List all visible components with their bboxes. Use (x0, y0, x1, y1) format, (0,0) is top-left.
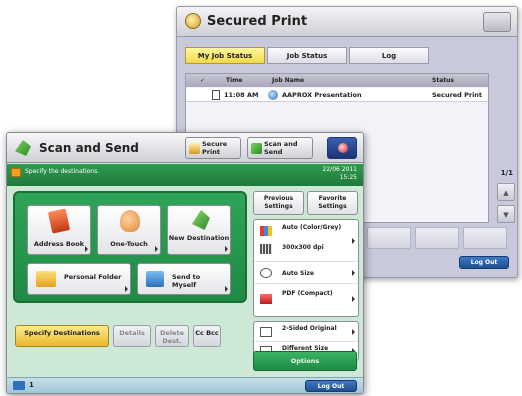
scan-settings-list: Auto (Color/Grey) 300x300 dpi Auto Size … (253, 219, 359, 317)
tab-my-job-status[interactable]: My Job Status (185, 47, 265, 64)
tab-cc-bcc[interactable]: Cc Bcc (193, 325, 221, 347)
menu-button[interactable] (483, 12, 511, 32)
two-sided-setting[interactable]: 2-Sided Original (254, 322, 358, 342)
scan-send-title: Scan and Send (39, 141, 139, 155)
chevron-right-icon (225, 246, 228, 252)
secured-print-tabs: My Job Status Job Status Log (185, 47, 431, 64)
chevron-right-icon (155, 246, 158, 252)
document-icon (212, 90, 220, 100)
color-mode-value: Auto (Color/Grey) (282, 224, 342, 231)
globe-icon (268, 90, 278, 100)
resolution-icon (260, 244, 272, 254)
row-time: 11:08 AM (224, 91, 259, 99)
main-menu-icon (338, 143, 348, 153)
scan-and-send-window: Scan and Send Secure Print Scan and Send… (6, 132, 364, 394)
status-bar: Specify the destinations. 22/06 2011 15:… (7, 164, 363, 186)
new-destination-button[interactable]: New Destination (167, 205, 231, 255)
job-action-button[interactable] (415, 227, 459, 249)
scroll-up-button[interactable]: ▲ (497, 183, 515, 201)
job-counter-icon (13, 381, 25, 390)
page-indicator: 1/1 (500, 169, 513, 177)
chevron-right-icon (352, 329, 355, 335)
job-action-button[interactable] (367, 227, 411, 249)
send-myself-icon (146, 271, 164, 287)
job-action-button[interactable] (463, 227, 507, 249)
secure-print-label: Secure Print (202, 140, 228, 156)
table-row[interactable]: 11:08 AM AAPROX Presentation Secured Pri… (186, 88, 488, 102)
pdf-icon (260, 294, 272, 304)
tab-delete-dest[interactable]: Delete Dest. (155, 325, 189, 347)
chevron-right-icon (85, 246, 88, 252)
address-book-icon (47, 208, 71, 234)
secured-print-title: Secured Print (207, 14, 308, 29)
new-destination-icon (192, 210, 210, 230)
secure-print-icon (189, 143, 200, 154)
bottom-status-bar: 1 Log Out (7, 377, 363, 393)
destination-tab-row: Specify Destinations Details Delete Dest… (15, 325, 225, 347)
logout-button[interactable]: Log Out (305, 380, 357, 392)
column-time: Time (226, 77, 243, 84)
size-setting[interactable]: Auto Size (254, 262, 358, 284)
time: 15:25 (339, 174, 357, 181)
hand-icon (120, 210, 140, 232)
chevron-right-icon (125, 286, 128, 292)
secured-print-icon (185, 13, 201, 29)
row-status: Secured Print (432, 91, 483, 99)
size-icon (260, 268, 272, 278)
scan-send-titlebar: Scan and Send Secure Print Scan and Send (7, 133, 363, 163)
check-icon: ✓ (200, 77, 206, 84)
send-to-myself-button[interactable]: Send to Myself (137, 263, 231, 295)
file-format-setting[interactable]: PDF (Compact) (254, 284, 358, 316)
main-menu-button[interactable] (327, 137, 357, 159)
job-counter: 1 (29, 381, 34, 389)
tab-log[interactable]: Log (349, 47, 429, 64)
secure-print-button[interactable]: Secure Print (185, 137, 241, 159)
new-destination-label: New Destination (168, 234, 230, 242)
settings-shortcuts: Previous Settings Favorite Settings (253, 191, 361, 215)
scan-and-send-button[interactable]: Scan and Send (247, 137, 313, 159)
tab-job-status[interactable]: Job Status (267, 47, 347, 64)
color-mode-icon (260, 226, 272, 236)
tab-specify-destinations[interactable]: Specify Destinations (15, 325, 109, 347)
options-button[interactable]: Options (253, 351, 357, 371)
date-time: 22/06 2011 15:25 (323, 166, 357, 182)
one-touch-button[interactable]: One-Touch (97, 205, 161, 255)
favorite-settings-button[interactable]: Favorite Settings (307, 191, 358, 215)
date: 22/06 2011 (322, 166, 357, 173)
address-book-label: Address Book (33, 240, 85, 248)
settings-panel: Previous Settings Favorite Settings Auto… (253, 191, 359, 375)
row-job-name: AAPROX Presentation (282, 91, 362, 99)
status-message: Specify the destinations. (25, 168, 100, 175)
chevron-right-icon (225, 286, 228, 292)
chevron-right-icon (352, 238, 355, 244)
logout-button[interactable]: Log Out (459, 256, 509, 269)
tab-details[interactable]: Details (113, 325, 151, 347)
folder-icon (36, 271, 56, 287)
chevron-right-icon (352, 296, 355, 302)
chevron-right-icon (352, 270, 355, 276)
file-format-value: PDF (Compact) (282, 290, 333, 297)
color-resolution-setting[interactable]: Auto (Color/Grey) 300x300 dpi (254, 220, 358, 262)
send-to-myself-label: Send to Myself (172, 273, 201, 289)
size-value: Auto Size (282, 270, 314, 277)
message-icon (11, 168, 21, 177)
two-sided-icon (260, 327, 272, 337)
secured-print-titlebar: Secured Print (177, 7, 517, 37)
scan-send-small-icon (251, 143, 262, 154)
previous-settings-button[interactable]: Previous Settings (253, 191, 304, 215)
one-touch-label: One-Touch (110, 240, 148, 248)
scroll-down-button[interactable]: ▼ (497, 205, 515, 223)
personal-folder-label: Personal Folder (64, 273, 122, 281)
personal-folder-button[interactable]: Personal Folder (27, 263, 131, 295)
job-action-row (367, 227, 511, 249)
address-book-button[interactable]: Address Book (27, 205, 91, 255)
two-sided-value: 2-Sided Original (282, 325, 337, 332)
destination-panel: Address Book One-Touch New Destination P… (13, 191, 247, 303)
resolution-value: 300x300 dpi (282, 244, 324, 251)
column-job-name: Job Name (272, 77, 305, 84)
scan-and-send-label: Scan and Send (264, 140, 298, 156)
column-status: Status (432, 77, 454, 84)
scan-send-icon (15, 140, 31, 156)
job-table-header: ✓ Time Job Name Status (186, 74, 488, 87)
